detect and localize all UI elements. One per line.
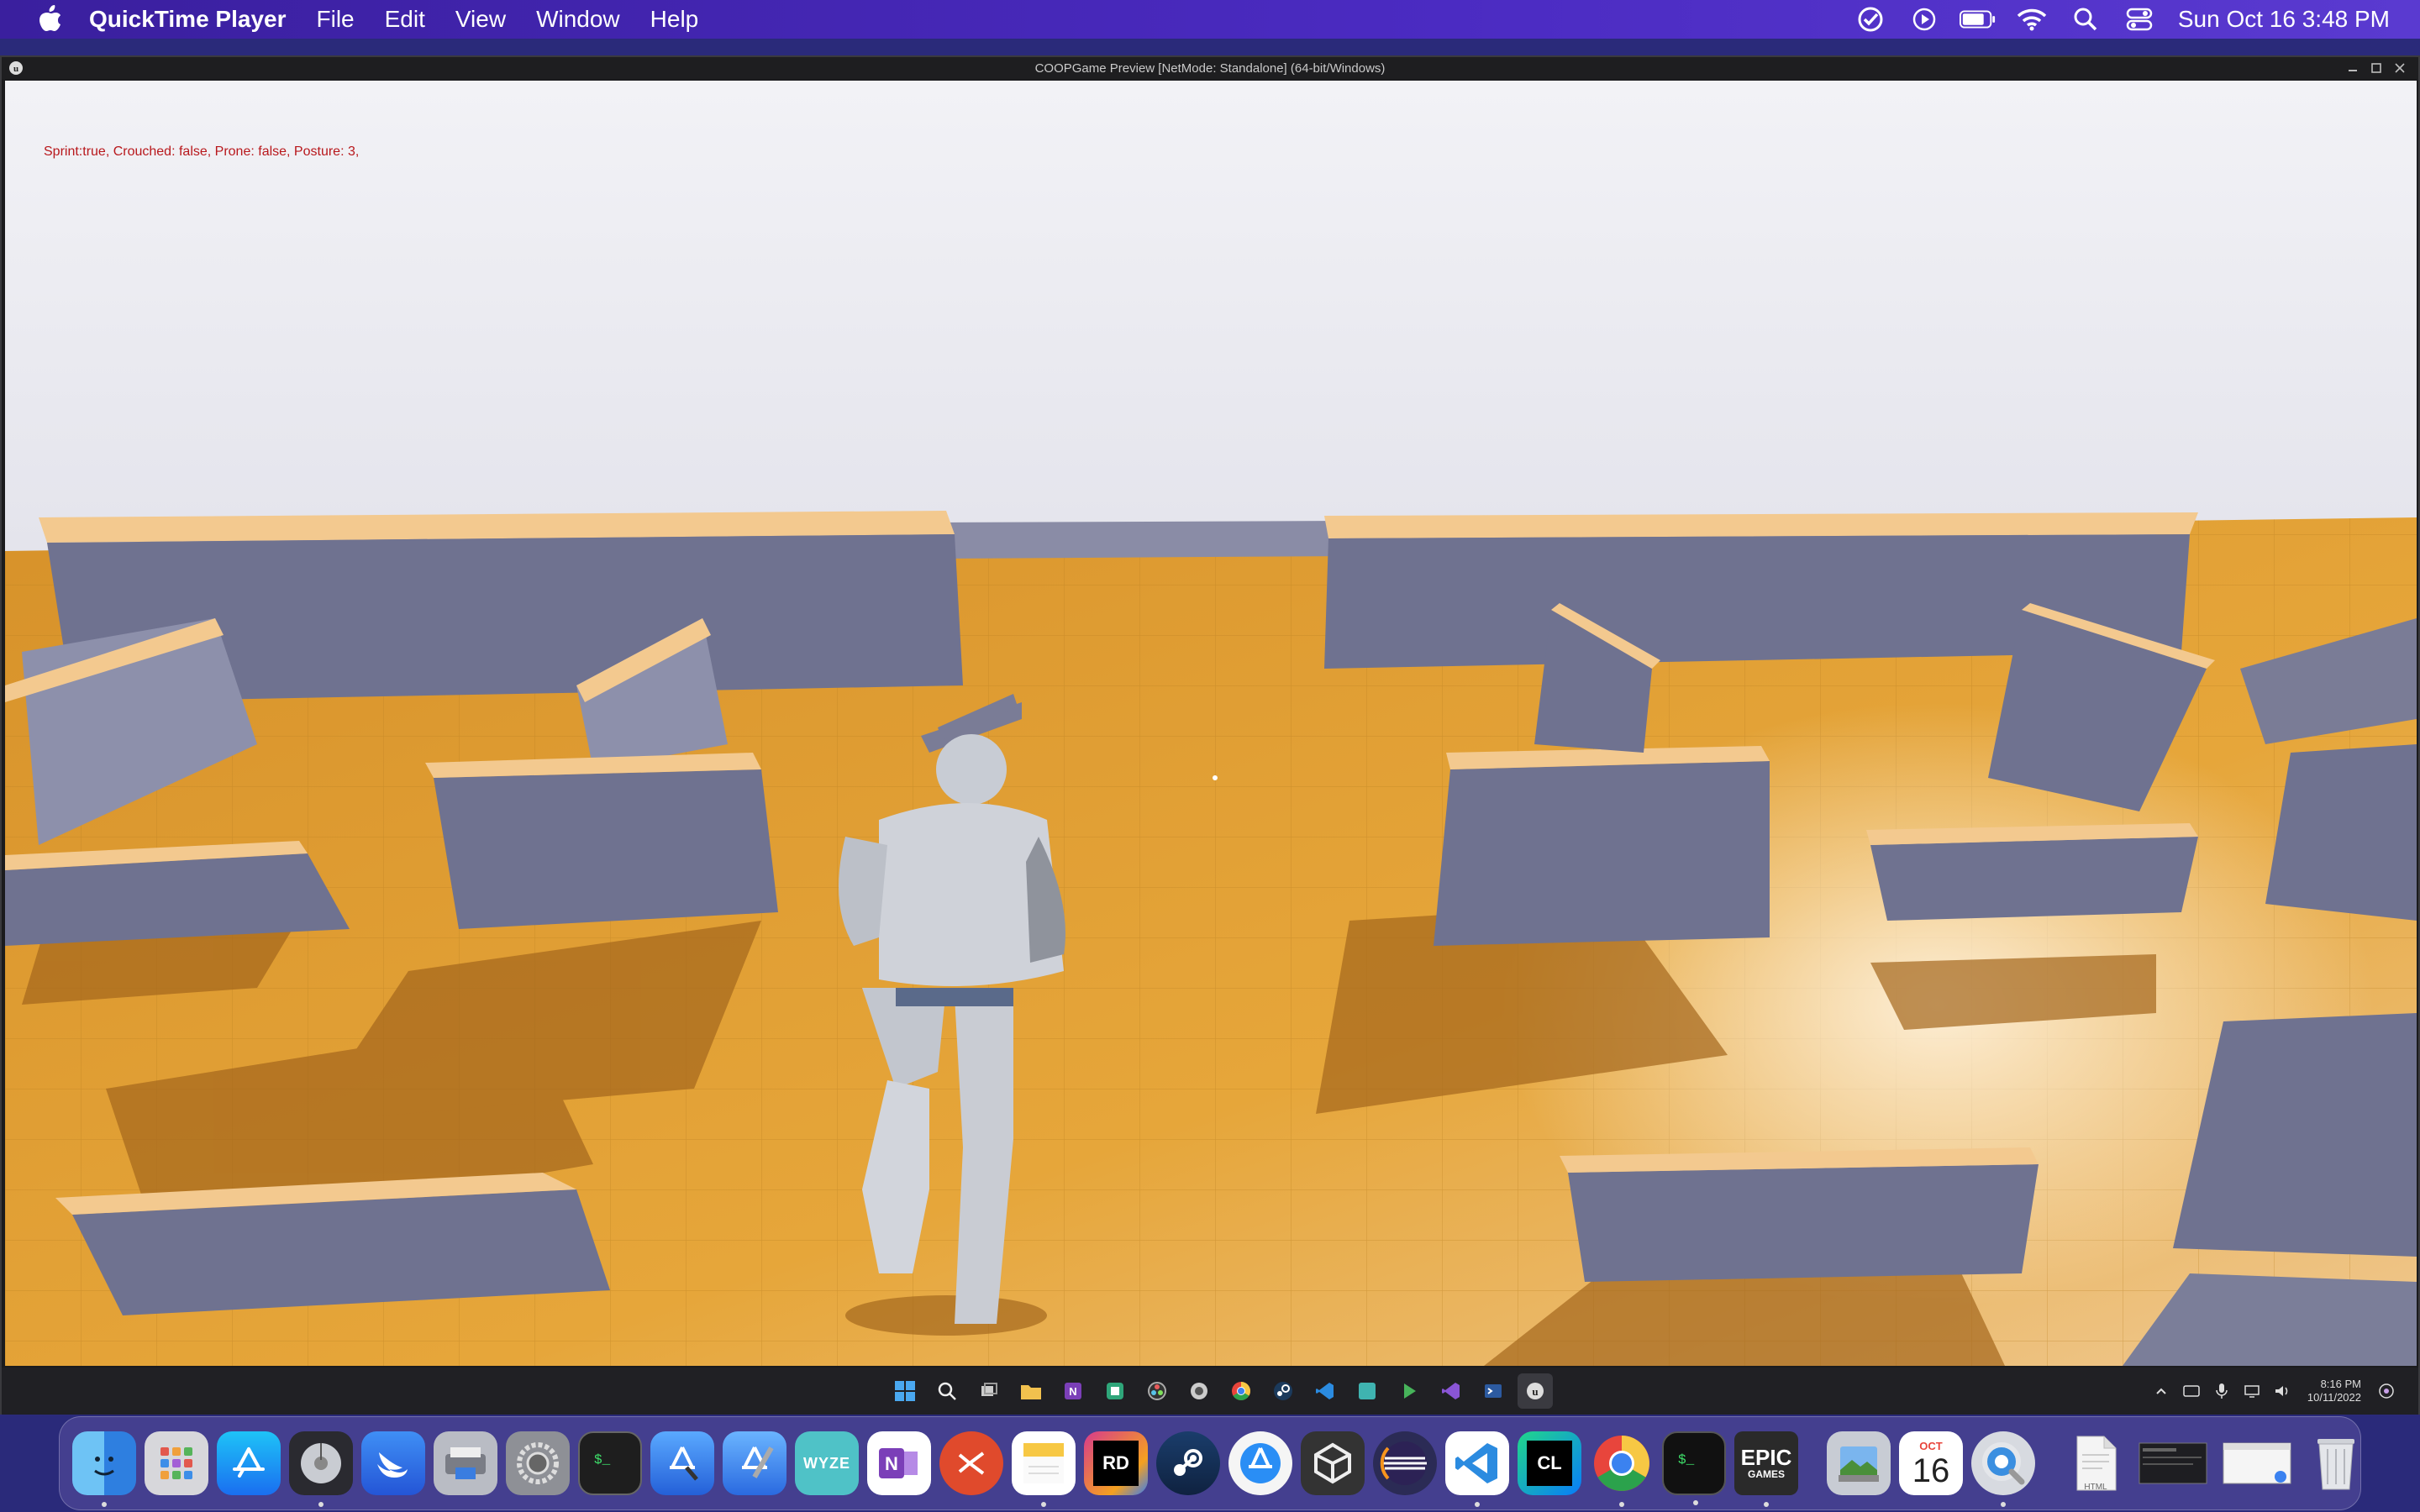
resolve-taskbar-icon[interactable] (1139, 1373, 1175, 1409)
clion-label: CL (1537, 1452, 1562, 1473)
terminal-icon[interactable]: $_ (578, 1431, 642, 1495)
finder-icon[interactable] (72, 1431, 136, 1507)
checklist-status-icon[interactable] (1852, 0, 1889, 39)
windows-start-icon[interactable] (887, 1373, 923, 1409)
svg-text:u: u (1532, 1385, 1538, 1398)
game-viewport[interactable]: Sprint:true, Crouched: false, Prone: fal… (5, 81, 2417, 1366)
task-view-icon[interactable] (971, 1373, 1007, 1409)
rider-icon[interactable]: RD (1084, 1431, 1148, 1495)
trash-icon[interactable] (2304, 1431, 2368, 1495)
battery-icon[interactable] (1959, 0, 1996, 39)
app-teal-taskbar-icon[interactable] (1349, 1373, 1385, 1409)
macos-menu-bar: QuickTime Player File Edit View Window H… (0, 0, 2420, 39)
chrome-icon[interactable] (1590, 1431, 1654, 1507)
vscode-taskbar-icon[interactable] (1307, 1373, 1343, 1409)
xcode-instruments-alt-icon[interactable] (1228, 1431, 1292, 1495)
disk-utility-icon[interactable] (289, 1431, 353, 1507)
swift-playgrounds-icon[interactable] (361, 1431, 425, 1495)
keyboard-tray-icon[interactable] (2180, 1379, 2203, 1403)
xcode-icon[interactable] (723, 1431, 786, 1495)
menu-app-name[interactable]: QuickTime Player (89, 6, 287, 33)
launchpad-icon[interactable] (145, 1431, 208, 1495)
taskbar-search-icon[interactable] (929, 1373, 965, 1409)
svg-text:N: N (885, 1453, 898, 1474)
rider-label: RD (1102, 1452, 1129, 1473)
image-capture-icon[interactable] (434, 1431, 497, 1495)
close-icon[interactable] (2388, 59, 2412, 77)
unreal-engine-icon: u (7, 59, 25, 77)
terminal-alt-icon[interactable]: $_ (1662, 1431, 1726, 1505)
taskbar-date: 10/11/2022 (2307, 1391, 2361, 1404)
svg-text:u: u (13, 64, 18, 74)
apple-menu-icon[interactable] (25, 5, 76, 34)
spotlight-search-icon[interactable] (2067, 0, 2104, 39)
app-circle-taskbar-icon[interactable] (1181, 1373, 1217, 1409)
xcode-instruments-icon[interactable] (650, 1431, 714, 1495)
app-green-taskbar-icon[interactable] (1097, 1373, 1133, 1409)
onenote-taskbar-icon[interactable]: N (1055, 1373, 1091, 1409)
html-file-label: HTML (2084, 1483, 2107, 1492)
menu-file[interactable]: File (317, 6, 355, 33)
svg-text:$_: $_ (1678, 1452, 1695, 1467)
powershell-taskbar-icon[interactable] (1476, 1373, 1511, 1409)
calendar-day: 16 (1912, 1452, 1950, 1489)
menu-help[interactable]: Help (650, 6, 699, 33)
menu-view[interactable]: View (455, 6, 506, 33)
network-tray-icon[interactable] (2240, 1379, 2264, 1403)
game-scene (5, 81, 2417, 1366)
file-explorer-icon[interactable] (1013, 1373, 1049, 1409)
notification-icon[interactable] (2375, 1379, 2398, 1403)
wifi-icon[interactable] (2013, 0, 2050, 39)
calendar-icon[interactable]: OCT 16 (1899, 1431, 1963, 1495)
debug-status-text: Sprint:true, Crouched: false, Prone: fal… (44, 144, 360, 159)
window-title-bar[interactable]: u COOPGame Preview [NetMode: Standalone]… (2, 57, 2418, 79)
menu-window[interactable]: Window (536, 6, 620, 33)
taskbar-time: 8:16 PM (2320, 1378, 2361, 1390)
app-store-icon[interactable] (217, 1431, 281, 1495)
unreal-taskbar-icon[interactable]: u (1518, 1373, 1553, 1409)
play-status-icon[interactable] (1906, 0, 1943, 39)
system-preferences-icon[interactable] (506, 1431, 570, 1495)
svg-text:$_: $_ (594, 1452, 611, 1467)
remote-desktop-icon[interactable] (939, 1431, 1003, 1495)
clion-icon[interactable]: CL (1518, 1431, 1581, 1495)
chrome-taskbar-icon[interactable] (1223, 1373, 1259, 1409)
downloads-stack-icon[interactable] (2220, 1431, 2296, 1495)
quicktime-icon[interactable] (1971, 1431, 2035, 1507)
html-file-icon[interactable]: HTML (2064, 1431, 2128, 1495)
epic-label-bottom: GAMES (1747, 1468, 1785, 1480)
vscode-icon[interactable] (1445, 1431, 1509, 1507)
menubar-clock[interactable]: Sun Oct 16 3:48 PM (2178, 6, 2390, 33)
minimize-icon[interactable] (2341, 59, 2365, 77)
unity-hub-icon[interactable] (1301, 1431, 1365, 1495)
window-title: COOPGame Preview [NetMode: Standalone] (… (1034, 60, 1386, 76)
volume-tray-icon[interactable] (2270, 1379, 2294, 1403)
play-taskbar-icon[interactable] (1392, 1373, 1427, 1409)
crosshair-dot (1213, 775, 1218, 780)
tray-overflow-chevron-icon[interactable] (2149, 1379, 2173, 1403)
menu-edit[interactable]: Edit (385, 6, 425, 33)
taskbar-clock[interactable]: 8:16 PM 10/11/2022 (2307, 1378, 2361, 1404)
screenshot-stack-icon[interactable] (2136, 1431, 2212, 1495)
calendar-month: OCT (1919, 1439, 1943, 1452)
wyze-icon[interactable]: WYZE (795, 1431, 859, 1495)
epic-label-top: EPIC (1740, 1445, 1792, 1470)
microphone-tray-icon[interactable] (2210, 1379, 2233, 1403)
wyze-label: WYZE (803, 1454, 850, 1472)
epic-games-icon[interactable]: EPIC GAMES (1734, 1431, 1798, 1507)
macos-dock: $_ WYZE N RD CL $_ EPIC GAMES OCT 16 HTM… (59, 1416, 2361, 1510)
eclipse-icon[interactable] (1373, 1431, 1437, 1495)
steam-taskbar-icon[interactable] (1265, 1373, 1301, 1409)
game-window: u COOPGame Preview [NetMode: Standalone]… (0, 55, 2420, 1415)
svg-text:N: N (1069, 1385, 1076, 1398)
visual-studio-taskbar-icon[interactable] (1434, 1373, 1469, 1409)
preview-icon[interactable] (1827, 1431, 1891, 1495)
maximize-icon[interactable] (2365, 59, 2388, 77)
windows-taskbar: N u 8:16 PM 10/11/2022 (2, 1368, 2418, 1415)
notes-icon[interactable] (1012, 1431, 1076, 1507)
onenote-icon[interactable]: N (867, 1431, 931, 1495)
control-center-icon[interactable] (2121, 0, 2158, 39)
steam-icon[interactable] (1156, 1431, 1220, 1495)
sky (5, 81, 2417, 551)
